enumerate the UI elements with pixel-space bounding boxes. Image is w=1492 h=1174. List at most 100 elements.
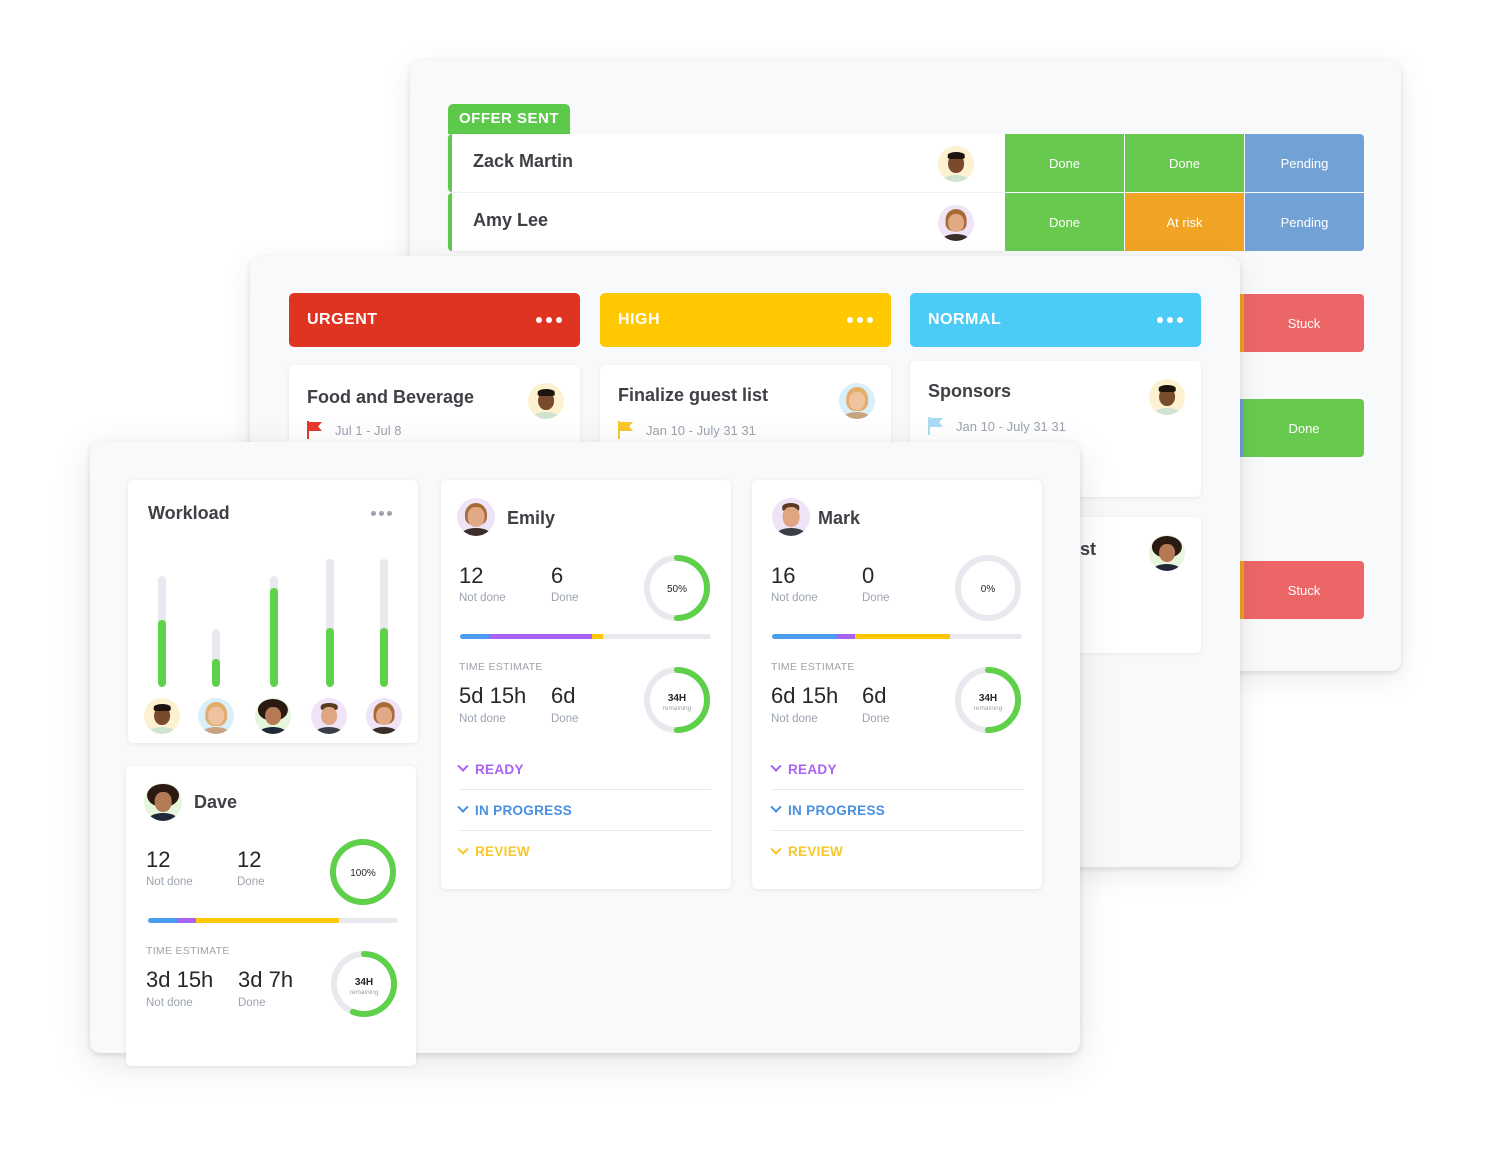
not-done-label: Not done: [459, 713, 506, 725]
column-header-normal[interactable]: NORMAL: [910, 293, 1201, 347]
table-row[interactable]: Amy Lee Done At risk Pending: [448, 193, 1364, 251]
table-row[interactable]: Zack Martin Done Done Pending: [448, 134, 1364, 192]
task-title: Sponsors: [928, 381, 1012, 401]
done-label: Done: [237, 876, 265, 888]
column-title: HIGH: [618, 311, 660, 328]
status-group-review[interactable]: REVIEW: [770, 831, 1024, 872]
task-date: Jul 1 - Jul 8: [307, 421, 401, 439]
person-name: Emily: [507, 508, 556, 528]
more-options-icon[interactable]: [371, 511, 392, 516]
time-not-done: 5d 15h: [459, 683, 527, 708]
avatar-emily: [366, 698, 402, 734]
chevron-down-icon: [457, 843, 469, 855]
workload-bar-emily: [380, 559, 388, 687]
chevron-down-icon: [457, 760, 469, 772]
time-estimate-label: TIME ESTIMATE: [459, 661, 543, 673]
date-range: Jan 10 - July 31 31: [956, 418, 1066, 434]
done-count: 6: [551, 563, 564, 588]
more-options-icon[interactable]: [1157, 317, 1183, 323]
progress-segment-in-progress: [460, 634, 490, 639]
chevron-down-icon: [770, 843, 782, 855]
status-group-ready[interactable]: READY: [457, 749, 711, 790]
person-card-dave[interactable]: Dave 12 Not done 12 Done 100% TIME ESTIM…: [126, 766, 416, 1066]
more-options-icon[interactable]: [847, 317, 873, 323]
completion-ring: 0%: [955, 555, 1021, 621]
row-name: Amy Lee: [473, 210, 549, 230]
status-cell-done[interactable]: Done: [1240, 399, 1364, 457]
remaining-label: remaining: [974, 705, 1003, 712]
done-label: Done: [551, 713, 579, 725]
more-options-icon[interactable]: [536, 317, 562, 323]
avatar-dave: [255, 698, 291, 734]
chevron-down-icon: [770, 801, 782, 813]
status-cell-stuck[interactable]: Stuck: [1240, 561, 1364, 619]
person-card-emily[interactable]: Emily 12 Not done 6 Done 50% TIME ESTIMA…: [441, 480, 731, 889]
group-label-offer-sent: OFFER SENT: [448, 104, 571, 134]
time-done: 6d: [551, 683, 576, 708]
progress-segment-ready: [837, 634, 855, 639]
status-group-review[interactable]: REVIEW: [457, 831, 711, 872]
task-date: Jan 10 - July 31 31: [928, 417, 1066, 435]
status-cell-done[interactable]: Done: [1005, 134, 1124, 192]
avatar: [1149, 379, 1185, 415]
status-group-ready[interactable]: READY: [770, 749, 1024, 790]
status-cell-done[interactable]: Done: [1125, 134, 1244, 192]
avatar: [1149, 535, 1185, 571]
not-done-label: Not done: [146, 997, 193, 1009]
status-group-in-progress[interactable]: IN PROGRESS: [457, 790, 711, 831]
done-count: 0: [862, 563, 875, 588]
status-group-in-progress[interactable]: IN PROGRESS: [770, 790, 1024, 831]
avatar-emily: [457, 498, 495, 536]
not-done-label: Not done: [771, 713, 818, 725]
workload-bar-fill: [270, 588, 278, 687]
status-cell-at-risk[interactable]: At risk: [1125, 193, 1244, 251]
person-card-mark[interactable]: Mark 16 Not done 0 Done 0% TIME ESTIMATE…: [752, 480, 1042, 889]
column-high: HIGH Finalize guest list Jan 10 - July 3…: [600, 293, 891, 505]
time-not-done: 3d 15h: [146, 967, 214, 992]
workload-bar-mark: [326, 559, 334, 687]
avatar-zack: [144, 698, 180, 734]
progress-segment-in-progress: [148, 918, 177, 923]
status-cell-pending[interactable]: Pending: [1245, 134, 1364, 192]
not-done-label: Not done: [459, 592, 506, 604]
progress-segment-review: [592, 634, 604, 639]
progress-segment-review: [855, 634, 950, 639]
date-range: Jul 1 - Jul 8: [335, 422, 402, 438]
status-group-label: READY: [475, 761, 524, 777]
workload-card: Workload: [128, 480, 418, 743]
column-title: NORMAL: [928, 311, 1002, 328]
time-done: 6d: [862, 683, 887, 708]
red-flag-icon: [307, 421, 323, 439]
person-name: Dave: [194, 792, 238, 812]
status-cell-done[interactable]: Done: [1005, 193, 1124, 251]
completion-ring: 100%: [330, 839, 396, 905]
name-cell[interactable]: Zack Martin: [448, 134, 1005, 192]
yellow-flag-icon: [618, 421, 634, 439]
remaining-label: remaining: [663, 705, 692, 712]
done-label: Done: [862, 713, 890, 725]
task-title: Finalize guest list: [618, 385, 769, 405]
remaining-value: 34H: [355, 977, 373, 988]
name-cell[interactable]: Amy Lee: [448, 193, 1005, 251]
workload-bar-amy: [212, 629, 220, 687]
done-count: 12: [237, 847, 262, 872]
chevron-down-icon: [457, 801, 469, 813]
progress-segment-in-progress: [772, 634, 837, 639]
completion-percent: 50%: [667, 584, 687, 595]
status-cell-stuck[interactable]: Stuck: [1240, 294, 1364, 352]
time-done: 3d 7h: [238, 967, 294, 992]
status-cell-pending[interactable]: Pending: [1245, 193, 1364, 251]
done-label: Done: [862, 592, 890, 604]
remaining-value: 34H: [668, 693, 686, 704]
done-label: Done: [238, 997, 266, 1009]
remaining-value: 34H: [979, 693, 997, 704]
column-header-high[interactable]: HIGH: [600, 293, 891, 347]
avatar: [528, 383, 564, 419]
avatar: [839, 383, 875, 419]
avatar-mark: [772, 498, 810, 536]
workload-panel: Workload Emily 12 Not done 6 Done 50% TI…: [90, 442, 1080, 1066]
status-group-label: IN PROGRESS: [475, 802, 573, 818]
column-header-urgent[interactable]: URGENT: [289, 293, 580, 347]
status-group-label: READY: [788, 761, 837, 777]
blue-flag-icon: [928, 417, 944, 435]
